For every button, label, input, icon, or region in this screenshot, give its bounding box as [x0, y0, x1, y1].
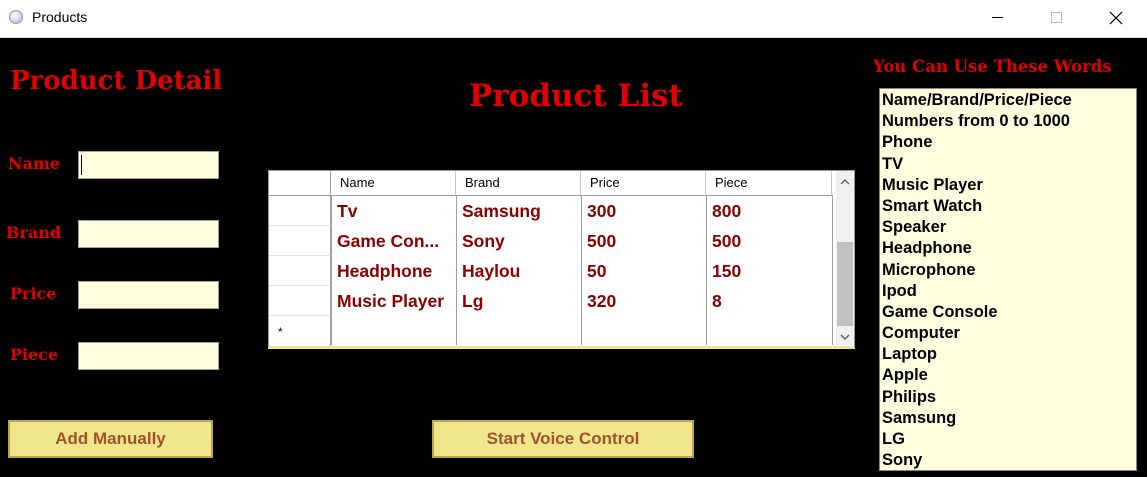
list-item[interactable]: Apple	[882, 365, 1136, 386]
row-header[interactable]	[269, 196, 331, 226]
new-row-marker: *	[278, 325, 283, 339]
column-header-price[interactable]: Price	[581, 171, 706, 195]
table-row[interactable]: Music Player Lg 320 8	[269, 286, 832, 316]
cell-piece[interactable]: 8	[706, 286, 832, 316]
product-list-heading: Product List	[469, 78, 683, 114]
table-row[interactable]: Tv Samsung 300 800	[269, 196, 832, 226]
name-field[interactable]	[78, 151, 219, 179]
list-item[interactable]: Numbers from 0 to 1000	[882, 111, 1136, 132]
scroll-thumb[interactable]	[837, 242, 853, 326]
window-title: Products	[32, 9, 88, 25]
scroll-down-button[interactable]	[836, 329, 854, 347]
list-item[interactable]: Speaker	[882, 217, 1136, 238]
add-manually-button[interactable]: Add Manually	[8, 420, 213, 458]
close-button[interactable]	[1093, 0, 1139, 36]
cell-brand[interactable]: Samsung	[456, 196, 581, 226]
price-label: Price	[10, 284, 57, 303]
chevron-up-icon	[840, 179, 850, 185]
list-item[interactable]: Phone	[882, 132, 1136, 153]
list-item[interactable]: Headphone	[882, 238, 1136, 259]
words-list[interactable]: Name/Brand/Price/Piece Numbers from 0 to…	[879, 88, 1137, 471]
list-item[interactable]: Laptop	[882, 344, 1136, 365]
list-item[interactable]: TV	[882, 154, 1136, 175]
product-detail-heading: Product Detail	[10, 66, 223, 96]
list-item[interactable]: Name/Brand/Price/Piece	[882, 90, 1136, 111]
new-row[interactable]	[269, 316, 832, 346]
row-header-corner	[269, 171, 331, 195]
text-caret	[81, 155, 82, 175]
close-icon	[1109, 11, 1123, 25]
cell-price[interactable]: 500	[581, 226, 706, 256]
cell-name[interactable]: Headphone	[331, 256, 456, 286]
app-icon	[9, 10, 23, 24]
words-heading: You Can Use These Words	[873, 57, 1112, 76]
cell-price[interactable]: 320	[581, 286, 706, 316]
brand-label: Brand	[6, 223, 62, 242]
name-label: Name	[8, 154, 61, 173]
list-item[interactable]: LG	[882, 429, 1136, 450]
cell-name[interactable]: Tv	[331, 196, 456, 226]
list-item[interactable]: Ipod	[882, 281, 1136, 302]
start-voice-control-button[interactable]: Start Voice Control	[432, 420, 694, 458]
row-header[interactable]	[269, 256, 331, 286]
column-header-piece[interactable]: Piece	[706, 171, 832, 195]
list-item[interactable]: Game Console	[882, 302, 1136, 323]
minimize-button[interactable]	[975, 0, 1021, 36]
row-header[interactable]	[269, 286, 331, 316]
scroll-up-button[interactable]	[836, 173, 854, 191]
cell-piece[interactable]: 500	[706, 226, 832, 256]
piece-field[interactable]	[78, 342, 219, 370]
vertical-scrollbar[interactable]	[836, 171, 854, 345]
cell-brand[interactable]: Haylou	[456, 256, 581, 286]
column-header-brand[interactable]: Brand	[456, 171, 581, 195]
cell-piece[interactable]: 800	[706, 196, 832, 226]
list-item[interactable]: Computer	[882, 323, 1136, 344]
table-row[interactable]: Game Con... Sony 500 500	[269, 226, 832, 256]
list-item[interactable]: Music Player	[882, 175, 1136, 196]
cell-brand[interactable]: Sony	[456, 226, 581, 256]
table-row[interactable]: Headphone Haylou 50 150	[269, 256, 832, 286]
cell-brand[interactable]: Lg	[456, 286, 581, 316]
row-header[interactable]	[269, 226, 331, 256]
column-divider	[832, 195, 833, 345]
list-item[interactable]: Philips	[882, 387, 1136, 408]
piece-label: Piece	[10, 345, 59, 364]
grid-header-row: Name Brand Price Piece	[269, 171, 832, 196]
cell-price[interactable]: 300	[581, 196, 706, 226]
price-field[interactable]	[78, 281, 219, 309]
chevron-down-icon	[840, 334, 850, 340]
cell-name[interactable]: Music Player	[331, 286, 456, 316]
cell-piece[interactable]: 150	[706, 256, 832, 286]
cell-name[interactable]: Game Con...	[331, 226, 456, 256]
list-item[interactable]: Microphone	[882, 260, 1136, 281]
cell-price[interactable]: 50	[581, 256, 706, 286]
list-item[interactable]: Sony	[882, 450, 1136, 470]
column-header-name[interactable]: Name	[331, 171, 456, 195]
title-bar: Products	[0, 0, 1147, 38]
list-item[interactable]: Smart Watch	[882, 196, 1136, 217]
maximize-button[interactable]	[1034, 0, 1080, 36]
list-item[interactable]: Samsung	[882, 408, 1136, 429]
brand-field[interactable]	[78, 220, 219, 248]
product-grid[interactable]: Name Brand Price Piece Tv Samsung 300 80…	[268, 170, 855, 349]
